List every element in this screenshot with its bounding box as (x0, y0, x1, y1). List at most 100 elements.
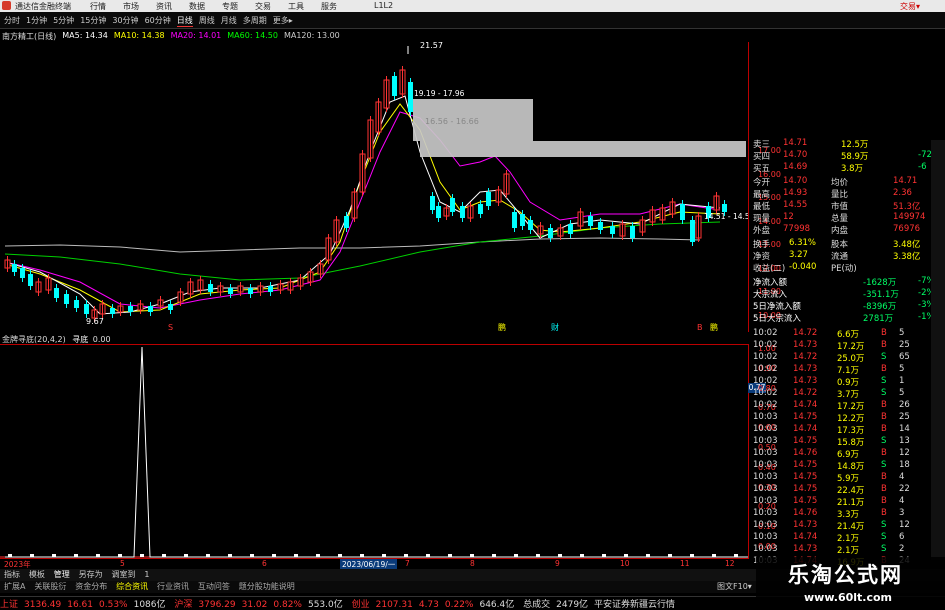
tick-volume: 2.1万 (837, 534, 860, 544)
period-tab[interactable]: 分时 (4, 15, 20, 27)
tab-news[interactable]: 综合资讯 (116, 582, 148, 591)
tick-row[interactable]: 10:02 14.74 17.2万 B 26 (753, 400, 910, 412)
menu-item[interactable]: 交易 (255, 1, 288, 12)
tick-row[interactable]: 10:03 14.73 2.1万 S 2 (753, 544, 904, 556)
stat-row[interactable]: 外盘 77998 内盘 76976 (753, 224, 943, 236)
stat-label: 今开 (753, 178, 771, 188)
order-book-row[interactable]: 买五 14.69 3.8万 -6 (753, 162, 943, 174)
period-tab[interactable]: 月线 (221, 15, 237, 27)
indicator-dot (184, 554, 188, 557)
period-tab[interactable]: 周线 (199, 15, 215, 27)
tick-row[interactable]: 10:02 14.73 0.9万 S 1 (753, 376, 904, 388)
tick-volume: 15.8万 (837, 438, 865, 448)
tick-row[interactable]: 10:03 14.76 6.9万 B 12 (753, 448, 910, 460)
indicator-dot (514, 554, 518, 557)
tick-side: B (881, 448, 887, 458)
tick-time: 10:03 (753, 496, 778, 506)
period-tab[interactable]: 更多▸ (273, 15, 293, 27)
stat-row[interactable]: 现量 12 总量 149974 (753, 212, 943, 224)
flow-value: 2781万 (863, 314, 894, 324)
fund-flow-row[interactable]: 5日大宗流入 2781万 -1% (753, 312, 943, 324)
f10-button[interactable]: 图文F10▾ (717, 581, 752, 592)
tab-indicator[interactable]: 指标 (4, 570, 20, 579)
indicator-series: 寻底 (72, 335, 89, 344)
tick-volume: 0.9万 (837, 378, 860, 388)
order-price: 14.70 (783, 150, 808, 160)
indicator-chart[interactable] (0, 344, 749, 559)
indicator-title[interactable]: 金牌寻底(20,4,2) (2, 335, 66, 344)
stat-label: PE(动) (831, 264, 857, 274)
stat-label: 现量 (753, 214, 771, 224)
tick-row[interactable]: 10:03 14.76 3.3万 B 3 (753, 508, 904, 520)
indicator-dot (272, 554, 276, 557)
tab-industry[interactable]: 行业资讯 (157, 582, 189, 591)
fund-flow-row[interactable]: 大宗流入 -351.1万 -2% (753, 288, 943, 300)
menu-item[interactable]: 服务 (321, 1, 354, 12)
order-volume: 58.9万 (841, 152, 869, 162)
stat-row[interactable]: 今开 14.70 均价 14.71 (753, 176, 943, 188)
menu-item[interactable]: 市场 (123, 1, 156, 12)
tick-time: 10:03 (753, 472, 778, 482)
tick-row[interactable]: 10:02 14.72 3.7万 S 5 (753, 388, 904, 400)
tab-template[interactable]: 模板 (29, 570, 45, 579)
period-tab[interactable]: 15分钟 (80, 15, 106, 27)
tick-volume: 25.0万 (837, 354, 865, 364)
order-book-row[interactable]: 卖三 14.71 12.5万 (753, 138, 943, 150)
kline-chart[interactable]: 21.57 19.19 - 17.96 9.67 14.51 - 14.5 S … (0, 41, 750, 332)
fund-flow-row[interactable]: 净流入额 -1628万 -7% (753, 276, 943, 288)
tick-row[interactable]: 10:03 14.75 14.8万 S 18 (753, 460, 910, 472)
tick-row[interactable]: 10:03 14.75 5.9万 B 4 (753, 472, 904, 484)
tab-fund[interactable]: 资金分布 (75, 582, 107, 591)
indicator-dot (228, 554, 232, 557)
stat-label: 内盘 (831, 226, 849, 236)
tab-manage[interactable]: 管理 (54, 570, 70, 579)
tab-adjust[interactable]: 调室到 (112, 570, 136, 579)
trade-menu[interactable]: 交易▾ (900, 1, 920, 12)
period-tab[interactable]: 30分钟 (112, 15, 138, 27)
tab-save-as[interactable]: 另存为 (79, 570, 103, 579)
tick-side: S (881, 520, 887, 530)
tick-row[interactable]: 10:02 14.72 6.6万 B 5 (753, 328, 904, 340)
stat-row[interactable]: 收益(二) -0.040 PE(动) (753, 262, 943, 274)
menu-item[interactable]: 行情 (90, 1, 123, 12)
tab-qa[interactable]: 互动问答 (198, 582, 230, 591)
stat-row[interactable]: 最低 14.55 市值 51.3亿 (753, 200, 943, 212)
tab-ext[interactable]: 扩展A (4, 582, 25, 591)
menu-item[interactable]: 资讯 (156, 1, 189, 12)
tick-row[interactable]: 10:03 14.75 21.1万 B 4 (753, 496, 904, 508)
tick-row[interactable]: 10:03 14.75 22.4万 B 22 (753, 484, 910, 496)
tab-related[interactable]: 关联股衍 (34, 582, 66, 591)
period-tab[interactable]: 5分钟 (53, 15, 74, 27)
period-tabs: 分时 1分钟 5分钟 15分钟 30分钟 60分钟 日线 周线 月线 多周期 更多▸ (4, 15, 293, 27)
stat-row[interactable]: 最高 14.93 量比 2.36 (753, 188, 943, 200)
fund-flow-row[interactable]: 5日净流入额 -8396万 -3% (753, 300, 943, 312)
stat-row[interactable]: 换手 6.31% 股本 3.48亿 (753, 238, 943, 250)
tab-one[interactable]: 1 (144, 570, 149, 579)
tick-row[interactable]: 10:02 14.72 25.0万 S 65 (753, 352, 910, 364)
period-tab[interactable]: 1分钟 (26, 15, 47, 27)
ma10-label: MA10: 14.38 (113, 31, 165, 40)
order-change: -72 (918, 150, 932, 160)
menu-item[interactable]: 工具 (288, 1, 321, 12)
menu-item[interactable]: 数据 (189, 1, 222, 12)
tick-row[interactable]: 10:03 14.75 12.2万 B 25 (753, 412, 910, 424)
tick-row[interactable]: 10:02 14.73 7.1万 B 5 (753, 364, 904, 376)
stat-value: 77998 (783, 224, 811, 234)
tick-row[interactable]: 10:03 14.74 2.1万 S 6 (753, 532, 904, 544)
period-tab[interactable]: 多周期 (243, 15, 267, 27)
indicator-dot (492, 554, 496, 557)
menu-item[interactable]: 专题 (222, 1, 255, 12)
watermark: 乐淘公式网 www.60lt.com (756, 557, 945, 609)
tick-count: 25 (899, 412, 910, 422)
order-price: 14.71 (783, 138, 808, 148)
tick-row[interactable]: 10:02 14.73 17.2万 B 25 (753, 340, 910, 352)
stat-row[interactable]: 净资 3.27 流通 3.38亿 (753, 250, 943, 262)
tab-help[interactable]: 题分股功能说明 (239, 582, 295, 591)
tick-volume: 17.3万 (837, 426, 865, 436)
tick-row[interactable]: 10:03 14.75 15.8万 S 13 (753, 436, 910, 448)
tick-row[interactable]: 10:03 14.74 17.3万 B 14 (753, 424, 910, 436)
tick-row[interactable]: 10:03 14.73 21.4万 S 12 (753, 520, 910, 532)
period-tab[interactable]: 60分钟 (145, 15, 171, 27)
order-book-row[interactable]: 买四 14.70 58.9万 -72 (753, 150, 943, 162)
period-tab[interactable]: 日线 (176, 15, 193, 27)
